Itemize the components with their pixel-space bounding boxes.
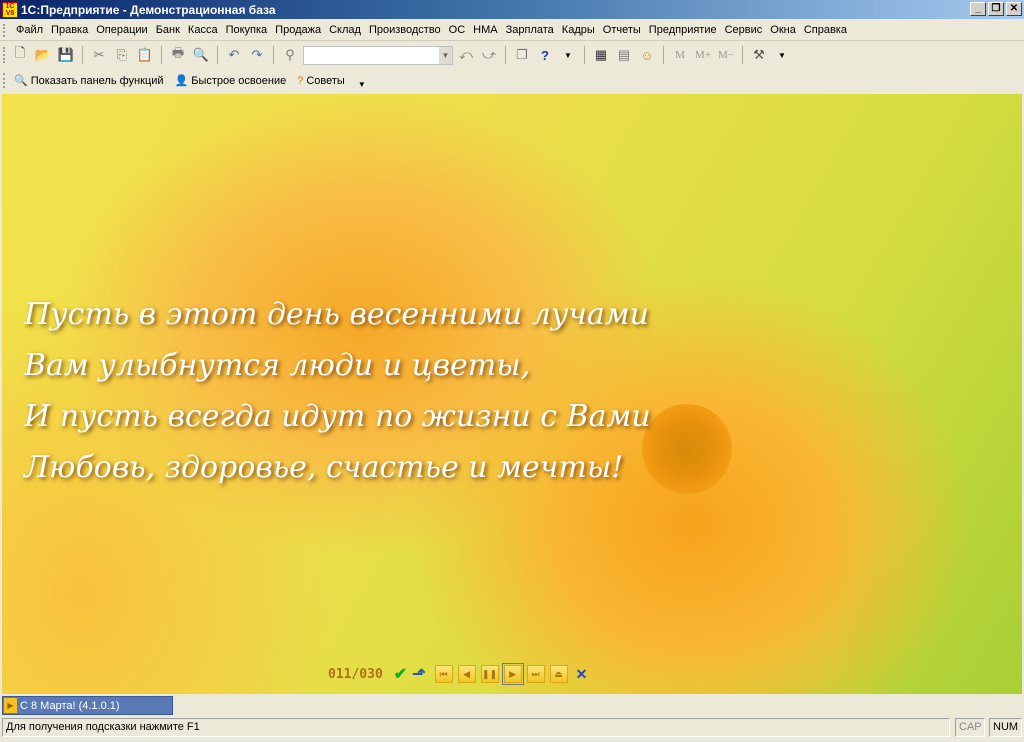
menu-cash[interactable]: Касса (184, 24, 222, 36)
menu-enterprise[interactable]: Предприятие (645, 24, 721, 36)
dropdown-arrow-icon[interactable]: ▼ (772, 45, 792, 65)
poem-line: Любовь, здоровье, счастье и мечты! (24, 450, 624, 485)
menu-bank[interactable]: Банк (152, 24, 184, 36)
menu-edit[interactable]: Правка (47, 24, 92, 36)
dropdown-arrow-icon[interactable]: ▼ (558, 45, 578, 65)
window-taskbar: ▶ С 8 Марта! (4.1.0.1) (0, 695, 1024, 717)
taskbar-item[interactable]: ▶ С 8 Марта! (4.1.0.1) (2, 696, 173, 715)
minimize-button[interactable]: _ (970, 2, 986, 16)
memory-subtract-button[interactable]: M− (716, 45, 736, 65)
preview-icon[interactable]: 🔍 (191, 45, 211, 65)
status-bar: Для получения подсказки нажмите F1 CAP N… (0, 718, 1024, 738)
functions-toolbar: 🔍 Показать панель функций 👤 Быстрое освоен… (0, 69, 1024, 92)
find-icon[interactable]: ⚲ (280, 45, 300, 65)
pause-button[interactable]: ❚❚ (480, 665, 499, 683)
copy-icon[interactable]: ⎘ (112, 45, 132, 65)
menu-service[interactable]: Сервис (721, 24, 767, 36)
first-slide-button[interactable]: ⏮ (434, 665, 453, 683)
menu-sales[interactable]: Продажа (271, 24, 325, 36)
find-next-icon[interactable]: ⤻ (479, 45, 499, 65)
caps-lock-indicator: CAP (955, 718, 985, 737)
chevron-down-icon[interactable]: ▼ (439, 46, 452, 64)
menu-operations[interactable]: Операции (92, 24, 151, 36)
memory-add-button[interactable]: M+ (693, 45, 713, 65)
paste-icon[interactable]: 📋 (135, 45, 155, 65)
window-title: 1C:Предприятие - Демонстрационная база (21, 2, 276, 17)
windows-icon[interactable]: ❐ (512, 45, 532, 65)
memory-store-button[interactable]: M (670, 45, 690, 65)
greeting-slideshow: Пусть в этот день весенними лучами Вам у… (2, 94, 1022, 694)
eject-button[interactable]: ⏏ (549, 665, 568, 683)
play-icon: ▶ (4, 698, 17, 713)
menu-help[interactable]: Справка (800, 24, 851, 36)
menu-file[interactable]: Файл (12, 24, 47, 36)
open-icon[interactable]: 📂 (33, 45, 53, 65)
print-icon[interactable]: 🖶 (168, 45, 188, 65)
slideshow-controls: 011/030 ✔ ⬏ ⏮ ◀ ❚❚ ▶ ⏭ ⏏ ✕ (328, 663, 588, 685)
menu-salary[interactable]: Зарплата (502, 24, 558, 36)
new-document-icon[interactable]: 🗋 (10, 45, 30, 65)
menu-production[interactable]: Производство (365, 24, 445, 36)
search-combo[interactable]: ▼ (303, 45, 453, 65)
menu-purchase[interactable]: Покупка (222, 24, 272, 36)
flower-image (642, 404, 732, 494)
quick-learning-button[interactable]: 👤 Быстрое освоение (171, 74, 291, 88)
app-logo-icon: 1C V8 (2, 1, 18, 18)
tips-book-icon: ? (297, 74, 304, 87)
menu-bar: Файл Правка Операции Банк Касса Покупка … (0, 20, 1024, 41)
calculator-icon[interactable]: ▦ (591, 45, 611, 65)
title-bar: 1C V8 1C:Предприятие - Демонстрационная б… (0, 0, 1024, 19)
num-lock-indicator: NUM (989, 718, 1022, 737)
menu-fixed-assets[interactable]: ОС (445, 24, 470, 36)
menu-intangibles[interactable]: НМА (469, 24, 501, 36)
checkmark-icon[interactable]: ✔ (394, 664, 407, 684)
last-slide-button[interactable]: ⏭ (526, 665, 545, 683)
tips-button[interactable]: ? Советы (293, 75, 349, 87)
menu-reports[interactable]: Отчеты (599, 24, 645, 36)
close-button[interactable]: ✕ (1006, 2, 1022, 16)
menu-windows[interactable]: Окна (766, 24, 800, 36)
save-icon[interactable]: 💾 (56, 45, 76, 65)
undo-icon[interactable]: ↶ (224, 45, 244, 65)
poem-line: И пусть всегда идут по жизни с Вами (24, 399, 651, 434)
show-function-panel-button[interactable]: 🔍 Показать панель функций (10, 74, 168, 88)
user-lock-icon[interactable]: ☺ (637, 45, 657, 65)
status-hint: Для получения подсказки нажмите F1 (2, 718, 950, 737)
poem-line: Пусть в этот день весенними лучами (24, 297, 649, 332)
poem-text: Пусть в этот день весенними лучами Вам у… (24, 289, 651, 493)
play-button[interactable]: ▶ (501, 663, 524, 685)
dropdown-arrow-icon[interactable]: ▼ (352, 75, 372, 95)
standard-toolbar: 🗋 📂 💾 ✂ ⎘ 📋 🖶 🔍 ↶ ↷ ⚲ ▼ ⤺ ⤻ ❐ ? ▼ ▦ ▤ ☺ … (0, 42, 1024, 68)
help-1c-icon[interactable]: ? (535, 45, 555, 65)
teacher-icon: 👤 (174, 75, 189, 87)
slide-counter: 011/030 (328, 666, 383, 682)
find-previous-icon[interactable]: ⤺ (456, 45, 476, 65)
function-panel-icon: 🔍 (14, 75, 28, 87)
cut-icon[interactable]: ✂ (89, 45, 109, 65)
tools-icon[interactable]: ⚒ (749, 45, 769, 65)
calendar-icon[interactable]: ▤ (614, 45, 634, 65)
menu-personnel[interactable]: Кадры (558, 24, 599, 36)
previous-slide-button[interactable]: ◀ (457, 665, 476, 683)
menu-warehouse[interactable]: Склад (325, 24, 365, 36)
arrow-up-icon[interactable]: ⬏ (412, 664, 425, 684)
redo-icon[interactable]: ↷ (247, 45, 267, 65)
restore-button[interactable]: ❐ (988, 2, 1004, 16)
poem-line: Вам улыбнутся люди и цветы, (24, 348, 531, 383)
close-icon[interactable]: ✕ (576, 666, 588, 683)
